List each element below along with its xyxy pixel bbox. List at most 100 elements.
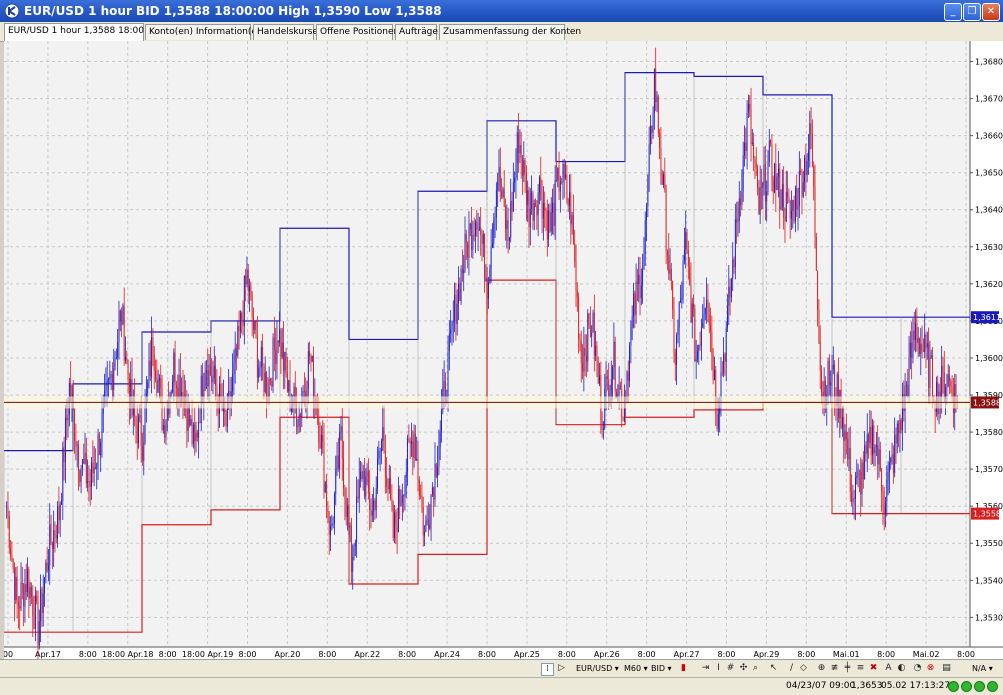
candle-up (776, 176, 778, 190)
tab-trading-rates[interactable]: Handelskurse (253, 24, 318, 40)
trendline-icon[interactable]: ∕ (786, 663, 797, 674)
candle-up (635, 281, 637, 315)
candle-down (155, 370, 156, 380)
text-tool-icon[interactable]: A (883, 663, 894, 674)
candle-down (236, 347, 237, 356)
candlestick-chart[interactable]: 1,3680 1,3670 1,3660 1,3650 1,3640 1,3630 1,36… (3, 41, 1003, 660)
instrument-select[interactable]: EUR/USD ▾ (576, 662, 619, 675)
current-price-label: 1,3588 (973, 398, 1001, 407)
candle-up (493, 220, 495, 244)
tab-accounts-summary[interactable]: Zusammenfassung der Konten (439, 24, 581, 40)
candle-up (774, 163, 775, 193)
zoom-in-icon[interactable]: ⊕ (816, 663, 827, 674)
candle-down (310, 356, 312, 362)
candle-up (894, 434, 896, 473)
candle-up (117, 341, 119, 358)
candle-down (761, 187, 762, 188)
candle-up (284, 351, 286, 371)
candle-down (476, 222, 478, 230)
alert-icon[interactable]: ◔ (912, 663, 923, 674)
candle-down (614, 341, 616, 392)
candle-up (297, 426, 299, 428)
candle-up (354, 542, 356, 547)
candle-type-icon[interactable]: ▮ (678, 663, 689, 674)
candle-up (279, 329, 281, 343)
candle-up (515, 163, 517, 178)
delete-icon[interactable]: ✖ (868, 663, 879, 674)
candle-down (127, 359, 129, 379)
candle-down (710, 325, 711, 332)
candle-down (870, 426, 872, 456)
candle-down (721, 372, 723, 374)
x-tick-label: 8:00 (638, 650, 656, 659)
candle-up (510, 200, 512, 238)
candle-up (930, 355, 932, 358)
candle-up (122, 305, 124, 324)
remove-objects-icon[interactable]: ⊗ (925, 663, 936, 674)
close-button[interactable]: ✕ (982, 3, 1000, 21)
levels-icon[interactable]: ≡ (855, 663, 866, 674)
scroll-right-icon[interactable]: ▷ (556, 663, 567, 674)
candle-down (36, 595, 38, 602)
restore-button[interactable]: ❐ (963, 3, 981, 21)
chart-area[interactable]: 1,3680 1,3670 1,3660 1,3650 1,3640 1,3630 1,36… (3, 41, 1003, 660)
candle-down (174, 352, 176, 386)
candle-down (10, 548, 12, 556)
channel-icon[interactable]: ╪ (842, 663, 853, 674)
candle-down (518, 132, 520, 154)
candle-down (601, 420, 603, 430)
candle-up (647, 175, 649, 207)
candle-down (121, 310, 123, 324)
zoom-icon[interactable]: ⌕ (750, 663, 761, 674)
period-select[interactable]: M60 ▾ (624, 662, 648, 675)
candle-down (541, 200, 543, 219)
side-select[interactable]: BID ▾ (651, 662, 672, 675)
candle-down (817, 270, 819, 310)
candle-down (532, 192, 534, 221)
candle-down (593, 312, 595, 356)
candle-up (747, 103, 749, 113)
candle-up (40, 588, 42, 622)
cursor-icon[interactable]: I (713, 663, 724, 674)
candle-down (396, 523, 398, 533)
candle-down (898, 423, 900, 434)
print-icon[interactable]: ▤ (941, 663, 952, 674)
candle-down (845, 431, 847, 440)
candle-up (358, 479, 360, 499)
y-tick-label: 1,3630 (975, 243, 1003, 252)
candle-down (868, 434, 870, 443)
candle-down (634, 293, 636, 315)
minimize-button[interactable]: _ (944, 3, 962, 21)
candle-down (199, 422, 201, 424)
pointer-icon[interactable]: ↖ (768, 663, 779, 674)
x-tick-label: Apr.26 (594, 650, 620, 659)
na-select[interactable]: N/A ▾ (972, 662, 993, 675)
x-tick-label: Apr.22 (354, 650, 380, 659)
candle-up (785, 192, 787, 222)
candle-up (249, 285, 251, 292)
candle-down (285, 351, 287, 374)
candle-up (908, 357, 910, 397)
candle-down (524, 160, 526, 174)
candle-down (422, 506, 424, 536)
shapes-icon[interactable]: ◇ (798, 663, 809, 674)
tab-chart[interactable]: EUR/USD 1 hour 1,3588 18:00:00 (4, 23, 159, 41)
candle-up (401, 495, 403, 503)
objects-icon[interactable]: ◐ (896, 663, 907, 674)
candle-up (844, 431, 846, 442)
candle-down (881, 470, 883, 492)
scroll-bar-thumb[interactable]: ⁞ (541, 663, 554, 676)
crosshair-icon[interactable]: ✣ (738, 663, 749, 674)
candle-up (685, 231, 687, 250)
candle-down (142, 446, 143, 461)
tab-account-info[interactable]: Konto(en) Information(en) (145, 24, 266, 40)
tab-orders[interactable]: Aufträge (395, 24, 438, 40)
fibonacci-icon[interactable]: ≢ (829, 663, 840, 674)
candle-down (277, 340, 279, 343)
grid-icon[interactable]: # (725, 663, 736, 674)
autoscroll-icon[interactable]: ⇥ (700, 663, 711, 674)
candle-down (374, 500, 376, 510)
candle-up (514, 177, 516, 183)
candle-up (653, 68, 655, 114)
tab-open-positions[interactable]: Offene Positionen (316, 24, 399, 40)
